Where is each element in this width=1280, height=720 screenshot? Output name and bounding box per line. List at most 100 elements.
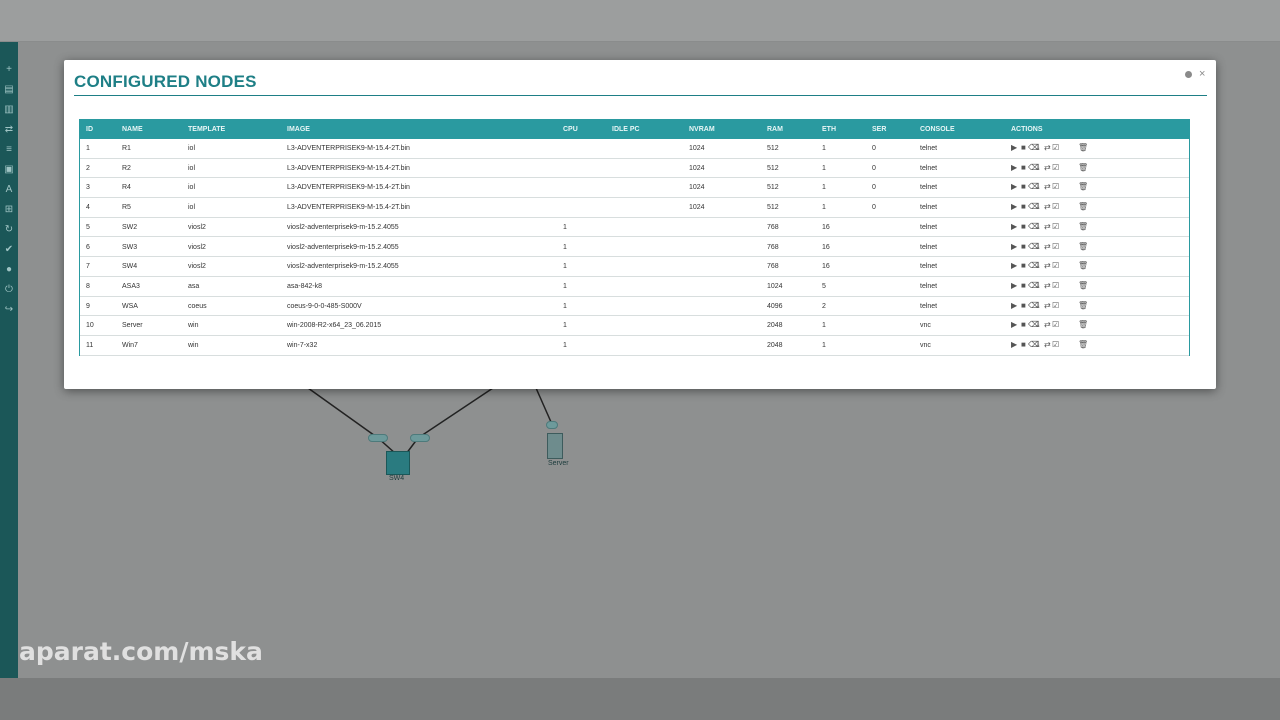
table-cell: iol — [188, 145, 196, 152]
top-bar — [0, 0, 1280, 42]
edit-icon[interactable]: ☑ — [1052, 163, 1059, 173]
stop-icon[interactable]: ■ — [1021, 261, 1026, 271]
table-row[interactable]: 2 R2 iol L3-ADVENTERPRISEK9-M-15.4-2T.bin 10… — [80, 159, 1189, 179]
interfaces-icon[interactable]: ⇄ — [1044, 182, 1051, 192]
edit-icon[interactable]: ☑ — [1052, 301, 1059, 311]
add-icon[interactable]: + — [3, 64, 15, 76]
stop-icon[interactable]: ■ — [1021, 340, 1026, 350]
edit-icon[interactable]: ☑ — [1052, 320, 1059, 330]
table-row[interactable]: 4 R5 iol L3-ADVENTERPRISEK9-M-15.4-2T.bin 10… — [80, 198, 1189, 218]
edit-icon[interactable]: ☑ — [1052, 143, 1059, 153]
export-icon[interactable]: ⤓ — [1036, 301, 1040, 311]
export-icon[interactable]: ⤓ — [1036, 340, 1040, 350]
column-header: TEMPLATE — [188, 126, 226, 133]
edit-icon[interactable]: ☑ — [1052, 261, 1059, 271]
delete-icon[interactable]: 🗑 — [1078, 320, 1088, 330]
edit-icon[interactable]: ☑ — [1052, 182, 1059, 192]
table-row[interactable]: 10 Server win win-2008-R2-x64_23_06.2015 1 20… — [80, 316, 1189, 336]
delete-icon[interactable]: 🗑 — [1078, 242, 1088, 252]
edit-icon[interactable]: ☑ — [1052, 340, 1059, 350]
table-row[interactable]: 11 Win7 win win-7-x32 1 2048 1 vnc ▶ ■ ⌫ ⤓ ⇄ ☑ 🗑 — [80, 336, 1189, 356]
server-node-icon[interactable] — [547, 433, 563, 459]
start-icon[interactable]: ▶ — [1011, 143, 1017, 153]
table-row[interactable]: 5 SW2 viosl2 viosl2-adventerprisek9-m-15.2.… — [80, 218, 1189, 238]
switch-node-icon[interactable] — [386, 451, 410, 475]
start-icon[interactable]: ▶ — [1011, 261, 1017, 271]
table-cell: 8 — [86, 282, 90, 290]
networks-icon[interactable]: ▥ — [3, 104, 15, 116]
start-icon[interactable]: ▶ — [1011, 242, 1017, 252]
table-row[interactable]: 6 SW3 viosl2 viosl2-adventerprisek9-m-15.2.… — [80, 238, 1189, 258]
interfaces-icon[interactable]: ⇄ — [1044, 340, 1051, 350]
stop-icon[interactable]: ■ — [1021, 163, 1026, 173]
edit-icon[interactable]: ☑ — [1052, 242, 1059, 252]
export-icon[interactable]: ⤓ — [1036, 202, 1040, 212]
table-row[interactable]: 1 R1 iol L3-ADVENTERPRISEK9-M-15.4-2T.bin 10… — [80, 139, 1189, 159]
stop-icon[interactable]: ■ — [1021, 281, 1026, 291]
stop-icon[interactable]: ■ — [1021, 182, 1026, 192]
close-icon[interactable]: × — [1199, 68, 1205, 80]
power-icon[interactable]: ⏻ — [3, 284, 15, 296]
status-icon[interactable]: ✔ — [3, 244, 15, 256]
stop-icon[interactable]: ■ — [1021, 143, 1026, 153]
links-icon[interactable]: ⇄ — [3, 124, 15, 136]
interfaces-icon[interactable]: ⇄ — [1044, 320, 1051, 330]
export-icon[interactable]: ⤓ — [1036, 261, 1040, 271]
table-row[interactable]: 8 ASA3 asa asa-842-k8 1 1024 5 telnet ▶ ■ ⌫ ⤓ ⇄ ☑ 🗑 — [80, 277, 1189, 297]
delete-icon[interactable]: 🗑 — [1078, 202, 1088, 212]
start-icon[interactable]: ▶ — [1011, 301, 1017, 311]
delete-icon[interactable]: 🗑 — [1078, 340, 1088, 350]
delete-icon[interactable]: 🗑 — [1078, 163, 1088, 173]
edit-icon[interactable]: ☑ — [1052, 202, 1059, 212]
interfaces-icon[interactable]: ⇄ — [1044, 143, 1051, 153]
interfaces-icon[interactable]: ⇄ — [1044, 222, 1051, 232]
edit-icon[interactable]: ☑ — [1052, 222, 1059, 232]
start-icon[interactable]: ▶ — [1011, 163, 1017, 173]
stop-icon[interactable]: ■ — [1021, 202, 1026, 212]
export-icon[interactable]: ⤓ — [1036, 281, 1040, 291]
delete-icon[interactable]: 🗑 — [1078, 301, 1088, 311]
start-icon[interactable]: ▶ — [1011, 281, 1017, 291]
table-row[interactable]: 7 SW4 viosl2 viosl2-adventerprisek9-m-15.2.… — [80, 257, 1189, 277]
start-icon[interactable]: ▶ — [1011, 182, 1017, 192]
start-icon[interactable]: ▶ — [1011, 202, 1017, 212]
table-cell: L3-ADVENTERPRISEK9-M-15.4-2T.bin — [287, 204, 410, 212]
picture-icon[interactable]: ▣ — [3, 164, 15, 176]
stop-icon[interactable]: ■ — [1021, 222, 1026, 232]
interfaces-icon[interactable]: ⇄ — [1044, 202, 1051, 212]
export-icon[interactable]: ⤓ — [1036, 163, 1040, 173]
table-row[interactable]: 3 R4 iol L3-ADVENTERPRISEK9-M-15.4-2T.bin 10… — [80, 178, 1189, 199]
delete-icon[interactable]: 🗑 — [1078, 222, 1088, 232]
interfaces-icon[interactable]: ⇄ — [1044, 163, 1051, 173]
logout-icon[interactable]: ↪ — [3, 304, 15, 316]
text-icon[interactable]: A — [3, 184, 15, 196]
nodes-icon[interactable]: ▤ — [3, 84, 15, 96]
minimize-icon[interactable] — [1185, 71, 1192, 78]
delete-icon[interactable]: 🗑 — [1078, 143, 1088, 153]
info-icon[interactable]: ● — [3, 264, 15, 276]
edit-icon[interactable]: ☑ — [1052, 281, 1059, 291]
export-icon[interactable]: ⤓ — [1036, 320, 1040, 330]
export-icon[interactable]: ⤓ — [1036, 182, 1040, 192]
stop-icon[interactable]: ■ — [1021, 320, 1026, 330]
stop-icon[interactable]: ■ — [1021, 301, 1026, 311]
start-icon[interactable]: ▶ — [1011, 340, 1017, 350]
export-icon[interactable]: ⤓ — [1036, 242, 1040, 252]
interfaces-icon[interactable]: ⇄ — [1044, 301, 1051, 311]
refresh-icon[interactable]: ↻ — [3, 224, 15, 236]
delete-icon[interactable]: 🗑 — [1078, 261, 1088, 271]
stop-icon[interactable]: ■ — [1021, 242, 1026, 252]
grid-icon[interactable]: ⊞ — [3, 204, 15, 216]
delete-icon[interactable]: 🗑 — [1078, 182, 1088, 192]
start-icon[interactable]: ▶ — [1011, 222, 1017, 232]
export-icon[interactable]: ⤓ — [1036, 222, 1040, 232]
start-icon[interactable]: ▶ — [1011, 320, 1017, 330]
delete-icon[interactable]: 🗑 — [1078, 281, 1088, 291]
table-row[interactable]: 9 WSA coeus coeus-9-0-0-485-S000V 1 4096 2 teln… — [80, 297, 1189, 317]
interfaces-icon[interactable]: ⇄ — [1044, 242, 1051, 252]
table-cell: ASA3 — [122, 282, 140, 290]
interfaces-icon[interactable]: ⇄ — [1044, 261, 1051, 271]
list-icon[interactable]: ≡ — [3, 144, 15, 156]
interfaces-icon[interactable]: ⇄ — [1044, 281, 1051, 291]
export-icon[interactable]: ⤓ — [1036, 143, 1040, 153]
